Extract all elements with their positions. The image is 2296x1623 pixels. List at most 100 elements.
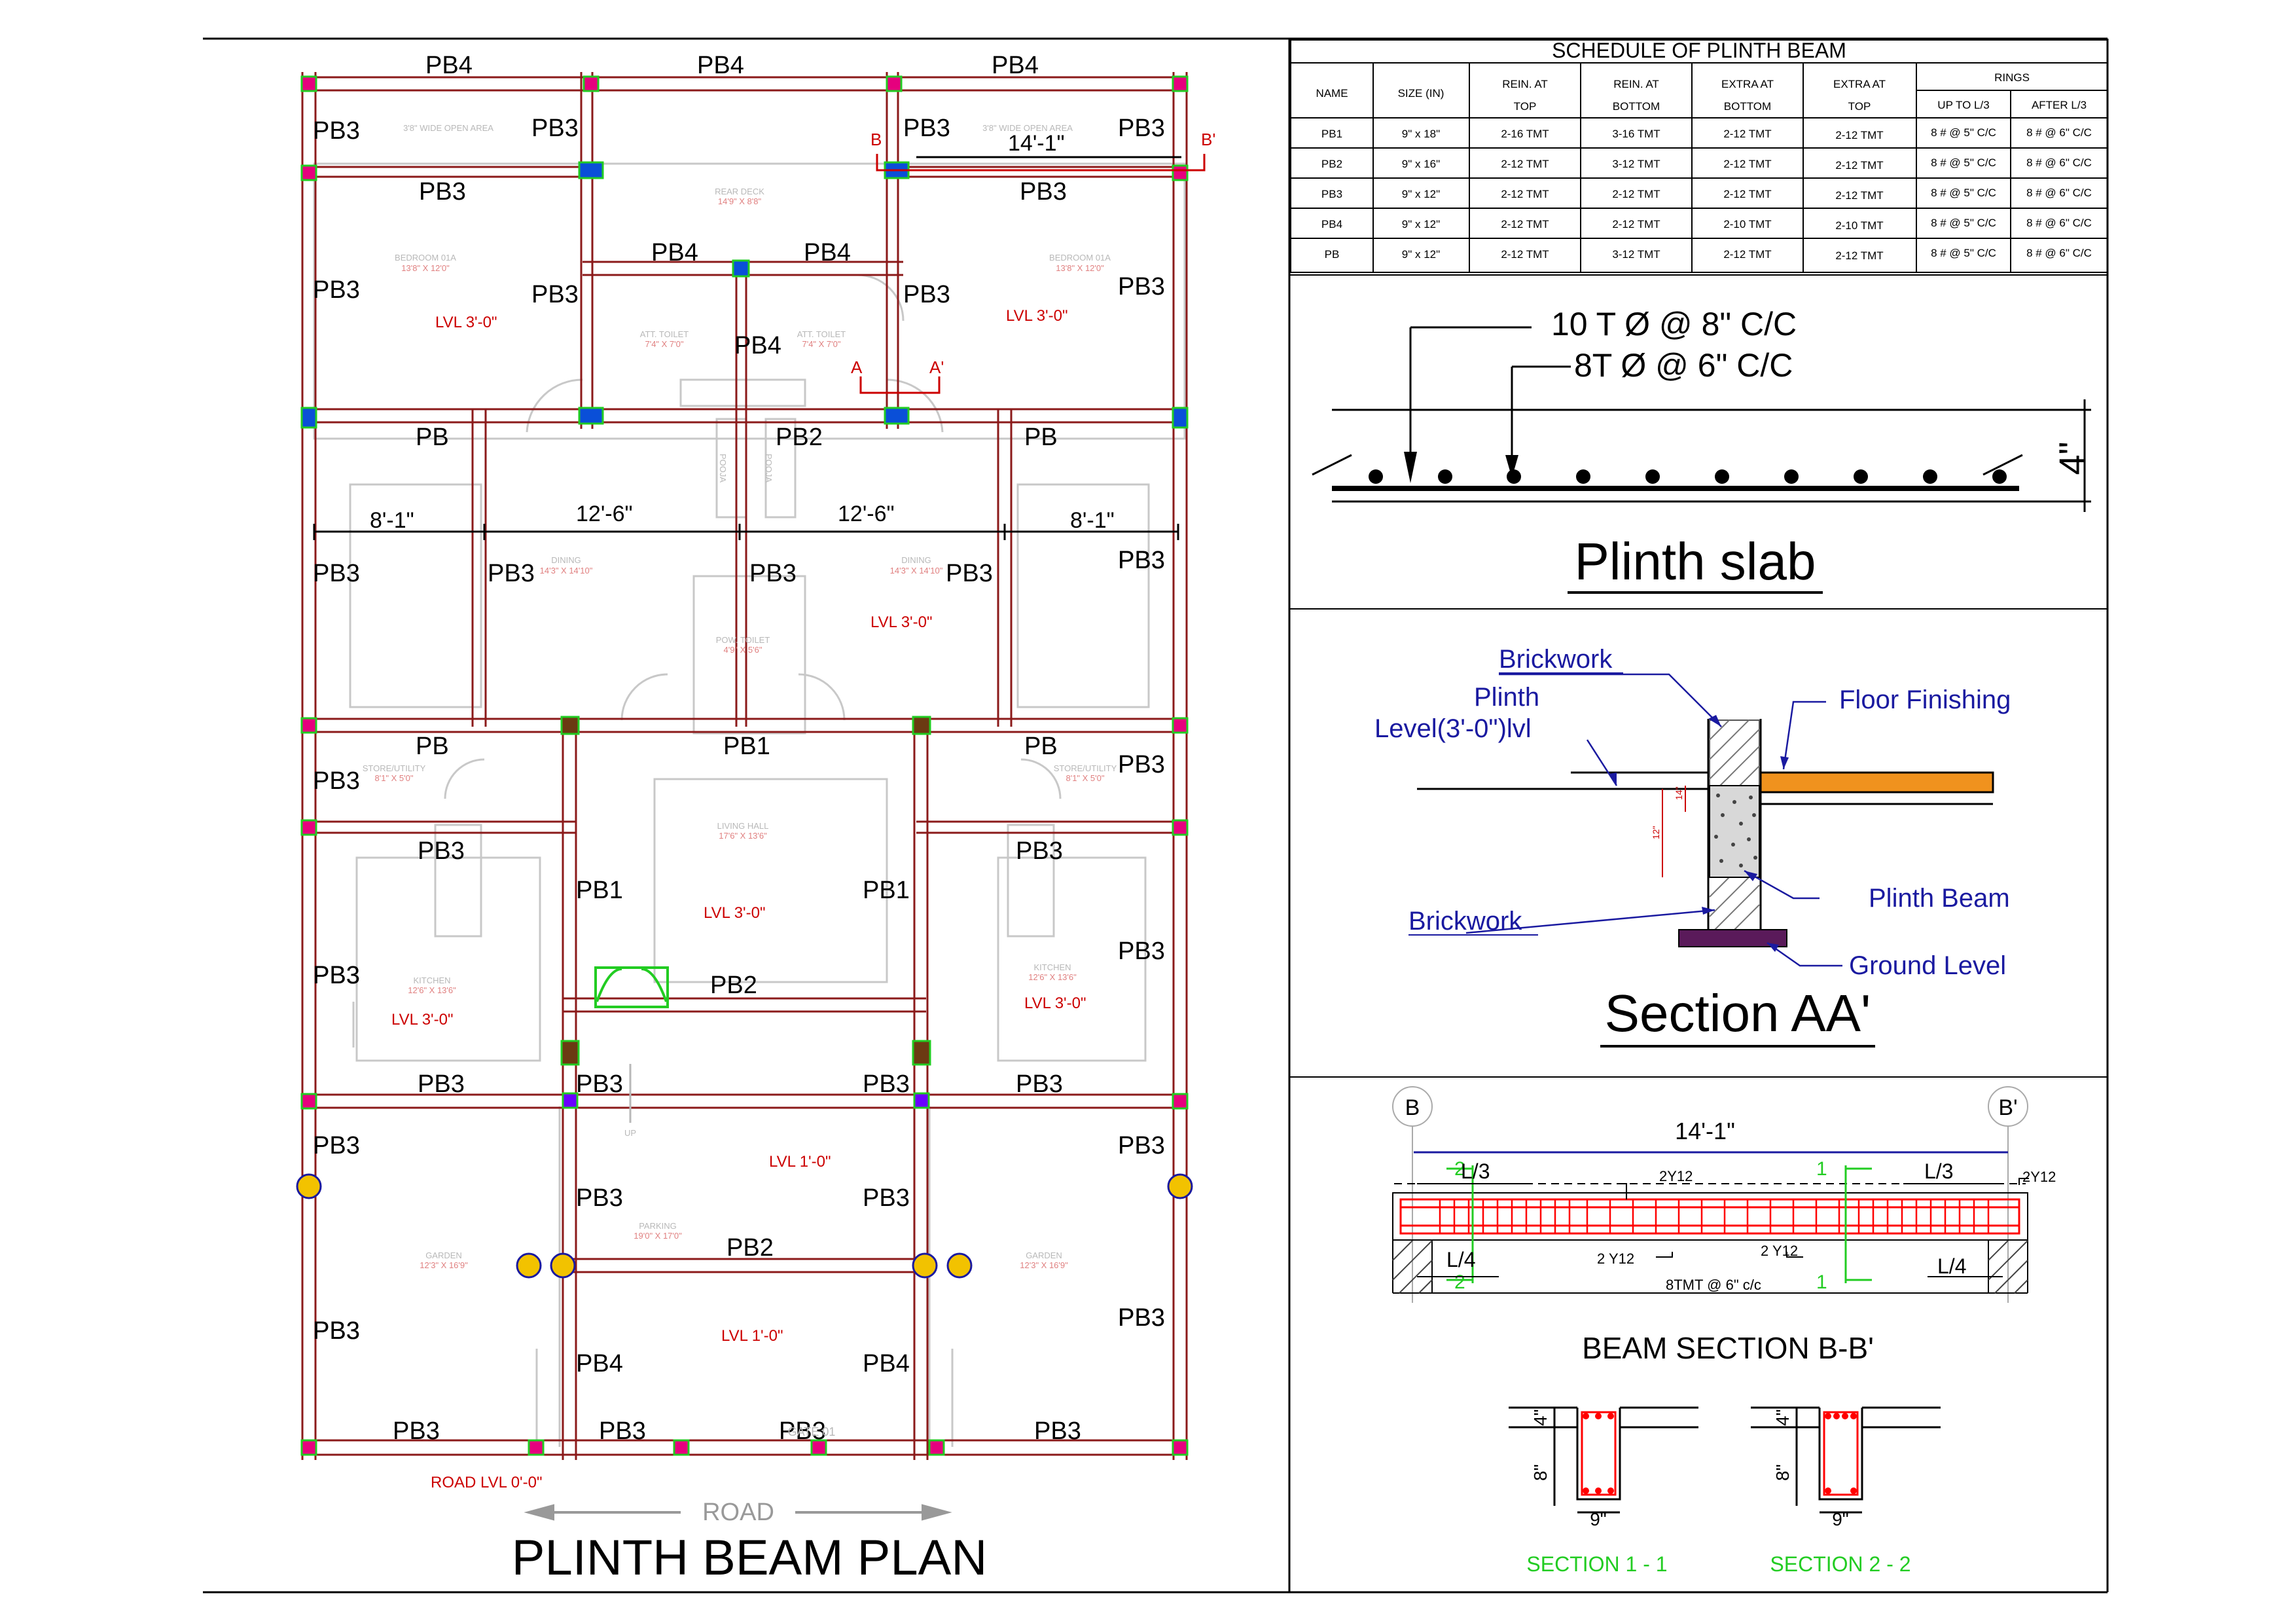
beam-label: PB3 (1118, 273, 1165, 301)
col-header-extra-bottom: EXTRA AT (1721, 78, 1774, 90)
stirrup (1823, 1411, 1859, 1496)
level-label: LVL 3'-0" (1006, 307, 1068, 325)
section-aa-detail: 14" 12" Brickwork Plinth Level(3'-0")lvl… (1374, 645, 2011, 1048)
svg-text:2-12 TMT: 2-12 TMT (1501, 218, 1549, 230)
dim-width-9: 9" (1590, 1509, 1607, 1529)
beam-label: PB3 (903, 115, 950, 142)
beam-label: PB3 (313, 117, 360, 145)
section-2-2-title: SECTION 2 - 2 (1770, 1552, 1910, 1576)
col-header-extra-top: EXTRA AT (1833, 78, 1886, 90)
svg-text:PB: PB (1325, 248, 1340, 261)
beam-label: PB2 (710, 972, 757, 999)
svg-text:2-12 TMT: 2-12 TMT (1835, 249, 1883, 262)
label-brickwork-bottom: Brickwork (1408, 907, 1522, 936)
beam-label: PB4 (576, 1350, 623, 1377)
room-name: PARKING (639, 1221, 677, 1231)
section-aa-title: Section AA' (1605, 984, 1871, 1042)
beam-label: PB3 (1118, 938, 1165, 965)
slab-bar-dist: 8T Ø @ 6" C/C (1574, 347, 1793, 384)
cut-mark-1-bottom: 1 (1816, 1271, 1827, 1293)
beam-rebar (1399, 1198, 2020, 1235)
beam-label: PB3 (418, 1070, 465, 1098)
section-1-1-detail: 4" 8" 9" SECTION 1 - 1 (1509, 1406, 1698, 1576)
room-name: BEDROOM 01A (1049, 253, 1111, 263)
table-row: PB3 9" x 12" 2-12 TMT 2-12 TMT 2-12 TMT … (1321, 187, 2092, 202)
room-name: ATT. TOILET (640, 329, 689, 339)
slab-arrow (1404, 452, 1417, 483)
beam-label: PB (416, 733, 449, 760)
rings-note: 8TMT @ 6" c/c (1666, 1277, 1761, 1293)
slab-thickness: 4" (2051, 441, 2092, 475)
beam-label: PB3 (749, 560, 797, 587)
stirrup (1581, 1411, 1617, 1496)
table-row: PB2 9" x 16" 2-12 TMT 3-12 TMT 2-12 TMT … (1321, 156, 2092, 172)
room-name: STORE/UTILITY (1054, 763, 1117, 773)
beam-label: PB3 (418, 837, 465, 865)
beam-label: PB3 (1118, 547, 1165, 574)
beam-label: PB3 (946, 560, 993, 587)
col-header-after: AFTER L/3 (2032, 99, 2087, 111)
svg-text:PB3: PB3 (1321, 188, 1342, 200)
beam-label: PB3 (393, 1417, 440, 1445)
room-size: 12'3" X 16'9" (420, 1260, 468, 1270)
l4-right: L/4 (1937, 1254, 1966, 1278)
plan-dim-8-1-left: 8'-1" (370, 508, 414, 533)
beam-label: PB2 (726, 1234, 774, 1262)
svg-text:2-12 TMT: 2-12 TMT (1501, 188, 1549, 200)
beam-label: PB4 (992, 52, 1039, 79)
svg-text:PB1: PB1 (1321, 128, 1342, 140)
beam-label: PB4 (425, 52, 473, 79)
table-row: PB1 9" x 18" 2-16 TMT 3-16 TMT 2-12 TMT … (1321, 126, 2092, 141)
room-size: 19'0" X 17'0" (634, 1231, 682, 1241)
beam-label: PB3 (903, 281, 950, 308)
plan-mark-b-prime: B' (1201, 130, 1215, 149)
dim-depth-8: 8" (1772, 1464, 1793, 1481)
section-2-2-detail: 4" 8" 9" SECTION 2 - 2 (1751, 1406, 1941, 1576)
beam-label: PB4 (863, 1350, 910, 1377)
svg-text:3-16 TMT: 3-16 TMT (1612, 128, 1660, 140)
room-size: 8'1" X 5'0" (374, 773, 413, 783)
col-header-upto: UP TO L/3 (1937, 99, 1989, 111)
room-size: 12'3" X 16'9" (1020, 1260, 1068, 1270)
beam-label: PB3 (1118, 115, 1165, 142)
beam-label: PB3 (576, 1070, 623, 1098)
room-name: POW. TOILET (716, 635, 770, 645)
room-name: POOJA (718, 454, 728, 483)
col-header-rein-bottom: BOTTOM (1613, 100, 1660, 113)
room-name: GARDEN (425, 1250, 462, 1260)
beam-label: PB3 (488, 560, 535, 587)
beam-section-title: BEAM SECTION B-B' (1582, 1331, 1874, 1365)
section-1-1-title: SECTION 1 - 1 (1526, 1552, 1667, 1576)
drawing-sheet: B B' A A' 14'-1" 8'-1" 12'-6" 12'-6" 8'-… (203, 37, 2109, 1594)
svg-text:PB2: PB2 (1321, 158, 1342, 170)
level-label: LVL 3'-0" (704, 904, 766, 922)
label-ground-level: Ground Level (1849, 951, 2006, 980)
main-door-symbol (594, 966, 669, 1008)
callout-arrowheads (1609, 715, 1789, 952)
label-plinth-level-1: Plinth (1474, 683, 1539, 712)
col-header-rein-top: REIN. AT (1502, 78, 1548, 90)
room-size: 13'8" X 12'0" (401, 263, 450, 273)
room-name: STORE/UTILITY (363, 763, 426, 773)
svg-text:8 # @ 5" C/C: 8 # @ 5" C/C (1931, 126, 1996, 139)
room-size: 8'1" X 5'0" (1066, 773, 1104, 783)
beam-label: PB3 (313, 560, 360, 587)
svg-text:PB4: PB4 (1321, 218, 1342, 230)
room-name: POOJA (764, 454, 774, 483)
stair-up-label: UP (624, 1128, 636, 1138)
svg-text:9" x 12": 9" x 12" (1402, 248, 1440, 261)
beam-label: PB3 (419, 178, 466, 206)
room-name: BEDROOM 01A (395, 253, 456, 263)
room-size: 7'4" X 7'0" (645, 339, 683, 349)
svg-text:8 # @ 6" C/C: 8 # @ 6" C/C (2026, 126, 2092, 139)
svg-text:8 # @ 5" C/C: 8 # @ 5" C/C (1931, 187, 1996, 199)
beam-label: PB1 (863, 877, 910, 904)
svg-text:2-12 TMT: 2-12 TMT (1723, 248, 1771, 261)
beam-stirrups (1439, 1199, 1990, 1233)
svg-text:3-12 TMT: 3-12 TMT (1612, 248, 1660, 261)
svg-text:2-12 TMT: 2-12 TMT (1835, 189, 1883, 202)
level-label: LVL 1'-0" (721, 1327, 783, 1345)
plan-mark-a: A (851, 357, 863, 377)
plan-mark-b: B (870, 130, 882, 149)
room-size: 12'6" X 13'6" (408, 985, 456, 995)
